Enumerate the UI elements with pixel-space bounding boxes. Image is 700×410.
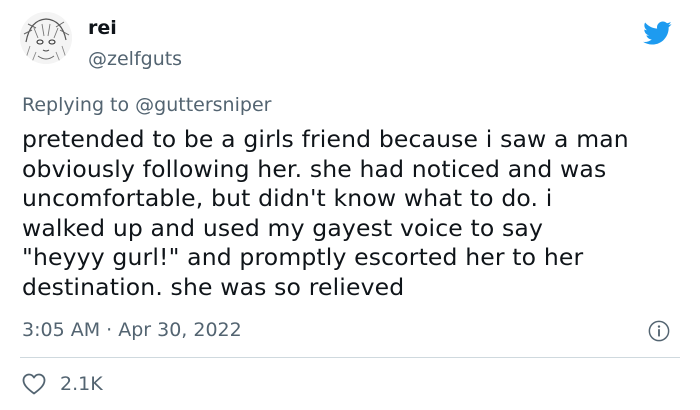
tweet-text-line: walked up and used my gayest voice to sa… [22,213,544,242]
replying-prefix: Replying to [22,94,136,116]
replying-to: Replying to @guttersniper [22,93,271,117]
like-button[interactable]: 2.1K [22,370,103,398]
author-name[interactable]: rei [88,16,117,40]
tweet-card: rei @zelfguts Replying to @guttersniper … [0,0,700,410]
twitter-bird-icon[interactable] [640,18,674,48]
info-icon[interactable] [648,320,670,342]
like-count: 2.1K [60,373,103,395]
author-handle[interactable]: @zelfguts [88,47,182,71]
tweet-text-line: pretended to be a girls friend because i… [22,125,629,153]
tweet-text: pretended to be a girls friend because i… [22,125,682,302]
avatar-drawing [20,12,72,64]
tweet-text-line: uncomfortable, but didn't know what to d… [22,184,553,212]
tweet-timestamp[interactable]: 3:05 AM · Apr 30, 2022 [22,318,242,342]
tweet-text-line: "heyyy gurl!" and promptly escorted her … [22,243,584,271]
avatar[interactable] [20,12,72,64]
tweet-text-line: obviously following her. she had noticed… [22,154,607,183]
tweet-text-line: destination. she was so relieved [22,272,405,301]
divider [20,357,680,358]
heart-icon [22,373,46,395]
reply-mention-link[interactable]: @guttersniper [135,94,271,116]
